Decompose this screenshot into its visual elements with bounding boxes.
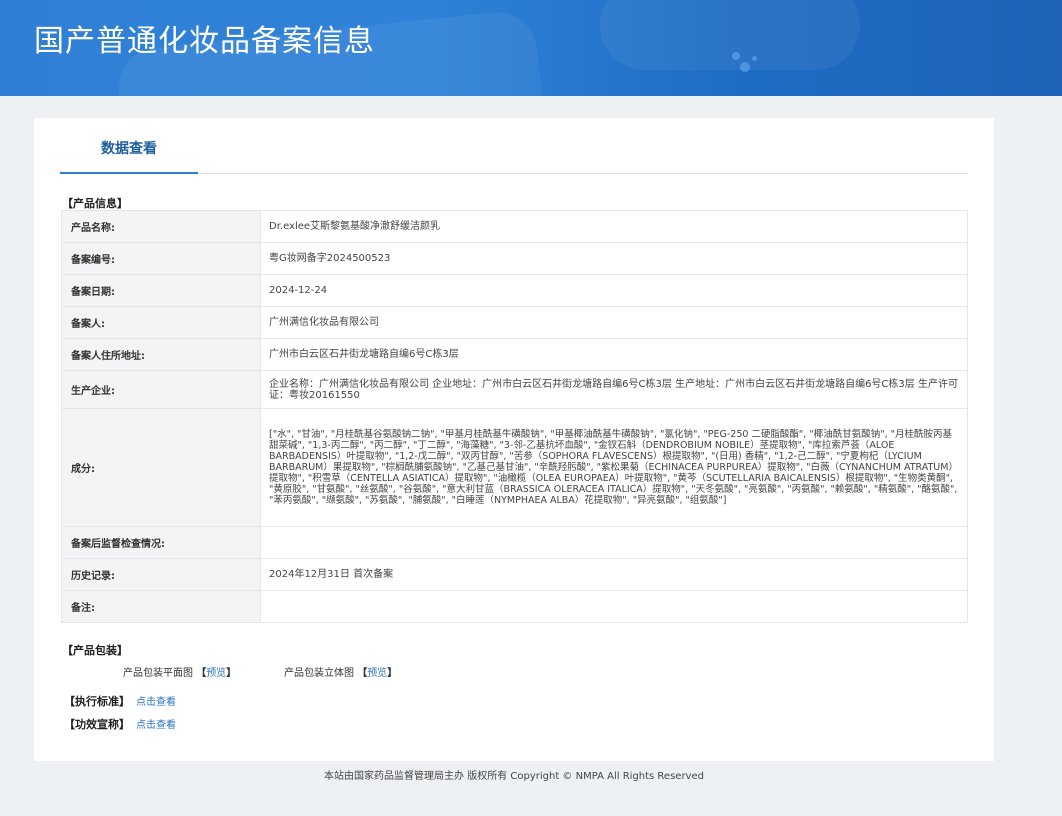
table-row: 生产企业: 企业名称：广州满信化妆品有限公司 企业地址：广州市白云区石井街龙塘路… xyxy=(61,370,968,409)
manufacturer-value: 企业名称：广州满信化妆品有限公司 企业地址：广州市白云区石井街龙塘路自编6号C栋… xyxy=(260,370,968,409)
packaging-flat-preview-link[interactable]: 预览 xyxy=(206,668,226,679)
table-row: 历史记录: 2024年12月31日 首次备案 xyxy=(61,558,968,591)
row-label: 备注: xyxy=(61,590,261,623)
tab-data-view[interactable]: 数据查看 xyxy=(60,118,198,174)
table-row: 成分: ["水", "甘油", "月桂酰基谷氨酸钠二钠", "甲基月桂酰基牛磺酸… xyxy=(61,408,968,527)
packaging-3d-label: 产品包装立体图 xyxy=(284,668,354,679)
footer-copyright: 本站由国家药品监督管理局主办 版权所有 Copyright © NMPA All… xyxy=(324,771,704,782)
efficacy-label: 【功效宣称】 xyxy=(64,718,130,731)
table-row: 产品名称: Dr.exlee艾斯黎氨基酸净澈舒缓洁颜乳 xyxy=(61,210,968,243)
product-name-value: Dr.exlee艾斯黎氨基酸净澈舒缓洁颜乳 xyxy=(260,210,968,243)
header-banner: 国产普通化妆品备案信息 xyxy=(0,0,1062,96)
row-label: 备案人住所地址: xyxy=(61,338,261,371)
filer-value: 广州满信化妆品有限公司 xyxy=(260,306,968,339)
table-row: 备案人住所地址: 广州市白云区石井街龙塘路自编6号C栋3层 xyxy=(61,338,968,371)
row-label: 成分: xyxy=(61,408,261,527)
bracket: 】 xyxy=(226,668,237,679)
banner-dot xyxy=(732,52,740,60)
table-row: 备注: xyxy=(61,590,968,623)
row-label: 历史记录: xyxy=(61,558,261,591)
row-label: 备案人: xyxy=(61,306,261,339)
packaging-title: 【产品包装】 xyxy=(62,644,128,657)
packaging-3d-item: 产品包装立体图 【预览】 xyxy=(284,664,397,679)
filing-number-value: 粤G妆网备字2024500523 xyxy=(260,242,968,275)
banner-dot xyxy=(740,62,750,72)
efficacy-view-link[interactable]: 点击查看 xyxy=(136,720,176,731)
packaging-flat-item: 产品包装平面图 【预览】 xyxy=(123,664,236,679)
packaging-flat-label: 产品包装平面图 xyxy=(123,668,193,679)
standard-label: 【执行标准】 xyxy=(64,695,130,708)
product-info-table: 产品名称: Dr.exlee艾斯黎氨基酸净澈舒缓洁颜乳 备案编号: 粤G妆网备字… xyxy=(61,210,968,623)
row-label: 备案编号: xyxy=(61,242,261,275)
inspection-value xyxy=(260,526,968,559)
standard-row: 【执行标准】 点击查看 xyxy=(64,693,176,709)
table-row: 备案日期: 2024-12-24 xyxy=(61,274,968,307)
standard-view-link[interactable]: 点击查看 xyxy=(136,697,176,708)
table-row: 备案后监督检查情况: xyxy=(61,526,968,559)
bracket: 】 xyxy=(387,668,398,679)
table-row: 备案人: 广州满信化妆品有限公司 xyxy=(61,306,968,339)
row-label: 备案后监督检查情况: xyxy=(61,526,261,559)
product-info-title: 【产品信息】 xyxy=(62,197,128,210)
filer-address-value: 广州市白云区石井街龙塘路自编6号C栋3层 xyxy=(260,338,968,371)
content-panel: 数据查看 【产品信息】 产品名称: Dr.exlee艾斯黎氨基酸净澈舒缓洁颜乳 … xyxy=(34,118,994,761)
efficacy-row: 【功效宣称】 点击查看 xyxy=(64,716,176,732)
history-value: 2024年12月31日 首次备案 xyxy=(260,558,968,591)
row-label: 生产企业: xyxy=(61,370,261,409)
table-row: 备案编号: 粤G妆网备字2024500523 xyxy=(61,242,968,275)
filing-date-value: 2024-12-24 xyxy=(260,274,968,307)
banner-decoration xyxy=(600,0,860,70)
page-title: 国产普通化妆品备案信息 xyxy=(34,24,375,59)
row-label: 产品名称: xyxy=(61,210,261,243)
tab-bar: 数据查看 xyxy=(60,118,968,174)
remarks-value xyxy=(260,590,968,623)
bracket: 【 xyxy=(357,668,368,679)
row-label: 备案日期: xyxy=(61,274,261,307)
ingredients-value: ["水", "甘油", "月桂酰基谷氨酸钠二钠", "甲基月桂酰基牛磺酸钠", … xyxy=(260,408,968,527)
banner-dot xyxy=(752,56,757,61)
bracket: 【 xyxy=(196,668,207,679)
packaging-3d-preview-link[interactable]: 预览 xyxy=(367,668,387,679)
